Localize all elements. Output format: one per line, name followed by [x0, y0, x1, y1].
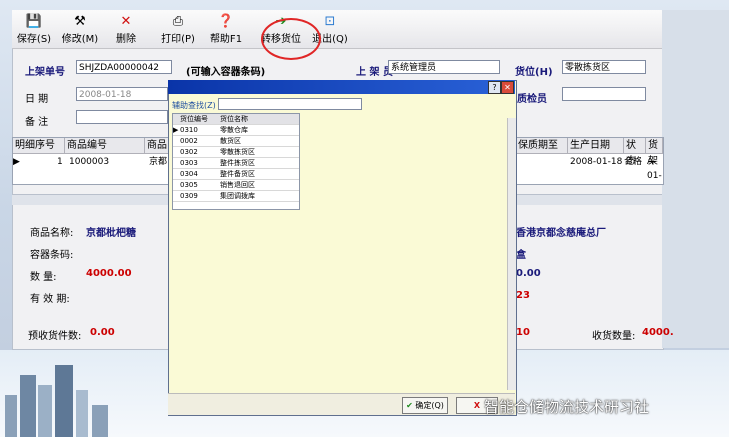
location-label: 货位(H)	[515, 67, 553, 78]
city-skyline-image	[5, 365, 108, 437]
pre-receive-value: 0.00	[90, 327, 115, 338]
grid-cell-name[interactable]: 京都	[149, 155, 167, 169]
row-pointer-icon: ▶	[13, 157, 20, 167]
list-item[interactable]: ▶ 0310 零散仓库	[173, 125, 299, 136]
right-count-value: 10	[516, 327, 530, 338]
list-item[interactable]: 0309 集团调拨库	[173, 191, 299, 202]
location-list: 货位编号 货位名称 ▶ 0310 零散仓库 0002 散货区 0302 零散拣货…	[172, 113, 300, 210]
date-label: 日 期	[25, 94, 49, 105]
expiry-label: 有 效 期:	[30, 294, 70, 305]
help-icon: ❓	[217, 14, 235, 29]
grid-hscroll-right[interactable]	[515, 194, 662, 205]
grid-cell-seq[interactable]: 1	[57, 155, 63, 169]
grid-cell-shelf[interactable]: A-01-	[647, 155, 663, 181]
grid-header-shelf[interactable]: 货架	[646, 138, 663, 167]
detail-grid: 明细序号 商品编号 商品 ▶ 1 1000003 京都	[12, 137, 170, 185]
list-header-code[interactable]: 货位编号	[180, 114, 208, 124]
printer-icon: ⎙	[172, 14, 184, 29]
qc-label: 质检员	[517, 94, 547, 105]
list-header-name[interactable]: 货位名称	[220, 114, 248, 124]
search-input[interactable]	[218, 98, 362, 110]
tools-icon: ⚒	[74, 14, 86, 29]
x-icon: ✕	[120, 14, 132, 29]
container-hint: (可输入容器条码)	[186, 67, 266, 78]
unit-value: 盒	[516, 250, 526, 261]
highlight-circle	[261, 18, 321, 60]
dialog-close-icon[interactable]: ✕	[501, 81, 514, 94]
right-num-value: 23	[516, 290, 530, 301]
list-item[interactable]: 0305 销售退回区	[173, 180, 299, 191]
shelver-field[interactable]: 系统管理员	[388, 60, 500, 74]
date-field[interactable]: 2008-01-18	[76, 87, 168, 101]
remark-label: 备 注	[25, 117, 49, 128]
manufacturer-value: 香港京都念慈庵总厂	[516, 228, 606, 239]
dialog-title-bar: ? ✕	[168, 80, 515, 94]
qc-field[interactable]	[562, 87, 646, 101]
edit-button[interactable]: ⚒ 修改(M)	[58, 14, 102, 46]
right-panel-strip	[662, 10, 729, 348]
grid-cell-code[interactable]: 1000003	[69, 155, 109, 169]
list-item[interactable]: 0304 整件备货区	[173, 169, 299, 180]
help-button[interactable]: ❓ 帮助F1	[206, 14, 246, 46]
order-no-label: 上架单号	[25, 67, 65, 78]
container-code-label: 容器条码:	[30, 250, 74, 261]
grid-header-name[interactable]: 商品	[145, 138, 169, 154]
save-button[interactable]: 💾 保存(S)	[14, 14, 54, 46]
pre-receive-label: 预收货件数:	[28, 331, 82, 342]
check-icon: ✔	[406, 401, 413, 410]
order-no-field[interactable]: SHJZDA00000042	[76, 60, 172, 74]
product-name-label: 商品名称:	[30, 228, 74, 239]
received-label: 收货数量:	[592, 331, 636, 342]
list-item[interactable]: 0302 零散拣货区	[173, 147, 299, 158]
dialog-vscroll[interactable]	[507, 118, 516, 390]
list-header: 货位编号 货位名称	[173, 114, 299, 125]
grid-header-status[interactable]: 状态	[624, 138, 646, 167]
dialog-footer: ✔ 确定(Q) X	[168, 393, 515, 415]
ok-button[interactable]: ✔ 确定(Q)	[402, 397, 448, 414]
list-item[interactable]: 0303 整件拣货区	[173, 158, 299, 169]
dialog-help-icon[interactable]: ?	[488, 81, 501, 94]
quantity-value: 4000.00	[86, 268, 132, 279]
received-value: 4000.	[642, 327, 674, 338]
right-qty-value: 0.00	[516, 268, 541, 279]
print-button[interactable]: ⎙ 打印(P)	[158, 14, 198, 46]
floppy-icon: 💾	[25, 14, 43, 29]
row-pointer-icon: ▶	[173, 126, 179, 134]
quantity-label: 数 量:	[30, 272, 57, 283]
grid-header-code[interactable]: 商品编号	[65, 138, 145, 154]
grid-header-seq[interactable]: 明细序号	[13, 138, 65, 154]
grid-header-expiry[interactable]: 保质期至	[516, 138, 568, 154]
remark-field[interactable]	[76, 110, 168, 124]
grid-hscroll[interactable]	[12, 194, 168, 205]
grid-cell-status[interactable]: 合格	[624, 155, 642, 169]
detail-grid-right: 保质期至 生产日期 状态 货架 2008-01-18 合格 A-01-	[515, 137, 664, 185]
grid-cell-prod-date[interactable]: 2008-01-18	[570, 155, 622, 169]
watermark-text: 智能仓储物流技术研习社	[484, 398, 650, 416]
toolbar: 💾 保存(S) ⚒ 修改(M) ✕ 删除 ⎙ 打印(P) ❓ 帮助F1 ➔ 转移…	[12, 10, 662, 60]
list-item[interactable]: 0002 散货区	[173, 136, 299, 147]
location-field[interactable]: 零散拣货区	[562, 60, 646, 74]
delete-button[interactable]: ✕ 删除	[110, 14, 142, 46]
product-name-value: 京都枇杷糖	[86, 228, 136, 239]
grid-header-prod-date[interactable]: 生产日期	[568, 138, 624, 154]
search-label: 辅助查找(Z)	[172, 101, 216, 110]
